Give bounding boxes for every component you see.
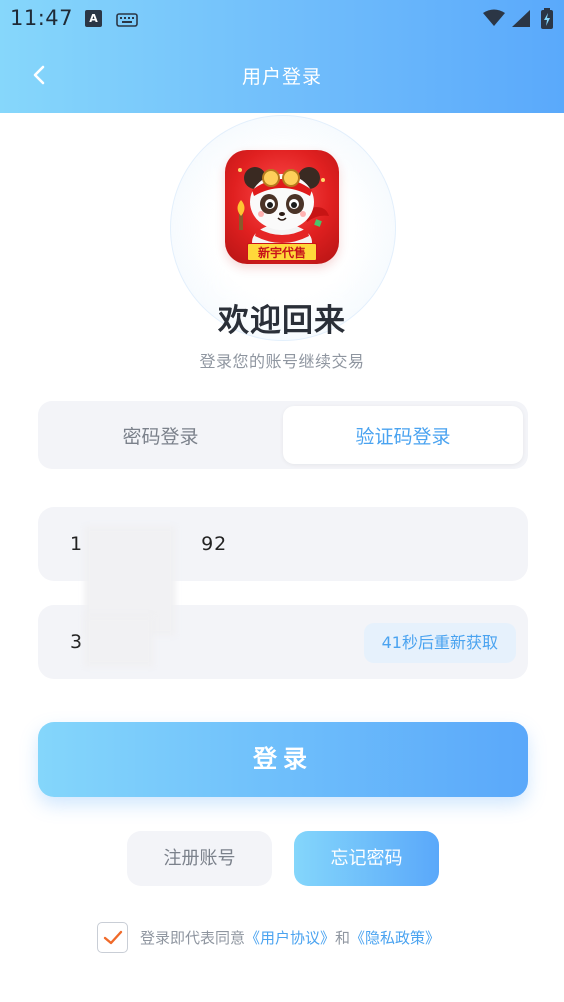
- redaction-mask: [84, 615, 154, 667]
- app-logo: 新宇代售: [225, 150, 339, 264]
- status-bar: 11:47 A: [0, 0, 564, 38]
- wifi-icon: [482, 9, 506, 31]
- forgot-password-button[interactable]: 忘记密码: [294, 831, 439, 886]
- page-title: 用户登录: [241, 66, 322, 88]
- login-page: 11:47 A 用户登录 新宇代售 欢迎回来 登录您的账号继续交易 密码登录 验…: [0, 0, 564, 1002]
- check-icon: [103, 930, 122, 944]
- welcome-title: 欢迎回来: [218, 303, 346, 339]
- login-button[interactable]: 登录: [38, 722, 528, 797]
- agreement-and: 和: [335, 929, 351, 947]
- code-prefix: 3: [70, 631, 84, 653]
- battery-charging-icon: [540, 8, 554, 34]
- status-time: 11:47: [10, 6, 74, 30]
- agreement-checkbox[interactable]: [97, 922, 128, 953]
- tab-code-login[interactable]: 验证码登录: [283, 406, 523, 464]
- privacy-policy-link[interactable]: 《隐私政策》: [350, 927, 440, 948]
- user-agreement-link[interactable]: 《用户协议》: [245, 927, 335, 948]
- code-value: 3: [70, 605, 83, 679]
- agreement-row: 登录即代表同意 《用户协议》 和 《隐私政策》: [97, 922, 440, 953]
- phone-suffix: 92: [201, 533, 228, 555]
- register-button[interactable]: 注册账号: [127, 831, 272, 886]
- signal-icon: [511, 9, 531, 32]
- phone-prefix: 1: [70, 533, 84, 555]
- logo-caption: 新宇代售: [247, 243, 317, 261]
- agreement-prefix: 登录即代表同意: [140, 929, 246, 947]
- tab-password-login[interactable]: 密码登录: [38, 401, 283, 469]
- keyboard-icon: [116, 12, 138, 31]
- input-method-icon: A: [85, 10, 102, 27]
- welcome-subtitle: 登录您的账号继续交易: [199, 352, 365, 371]
- resend-code-button[interactable]: 41秒后重新获取: [363, 623, 516, 663]
- login-mode-tabs: 密码登录 验证码登录: [38, 401, 528, 469]
